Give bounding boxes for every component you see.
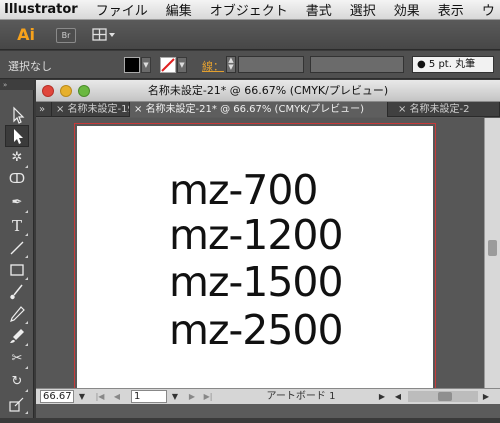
- artboard[interactable]: mz-700 mz-1200 mz-1500 mz-2500: [74, 123, 436, 388]
- brush-definition-value: 5 pt. 丸筆: [428, 59, 476, 70]
- tab-label: 名称未設定-19*: [67, 104, 129, 115]
- fill-color-swatch[interactable]: [124, 57, 140, 73]
- fill-dropdown-icon[interactable]: ▼: [141, 57, 151, 73]
- selection-arrow-icon: [13, 106, 25, 124]
- stroke-stepper[interactable]: ▲ ▼: [226, 56, 236, 73]
- close-window-icon[interactable]: [42, 85, 54, 97]
- magic-wand-tool[interactable]: ✲: [5, 147, 29, 169]
- canvas-area[interactable]: mz-700 mz-1200 mz-1500 mz-2500: [36, 118, 484, 388]
- lasso-icon: ↀ: [8, 172, 26, 187]
- document-window: 名称未設定-21* @ 66.67% (CMYK/プレビュー) » × 名称未設…: [36, 80, 500, 418]
- arrange-documents-button[interactable]: [92, 27, 116, 43]
- zoom-window-icon[interactable]: [78, 85, 90, 97]
- magic-wand-icon: ✲: [11, 150, 23, 165]
- menu-object[interactable]: オブジェクト: [201, 0, 297, 19]
- paintbrush-tool[interactable]: [5, 281, 29, 303]
- artboard-text-line[interactable]: mz-1500: [169, 258, 344, 306]
- tab-document-2[interactable]: × 名称未設定-2: [388, 102, 500, 117]
- type-tool[interactable]: T: [5, 215, 29, 237]
- zoom-level-field[interactable]: 66.67: [40, 390, 74, 403]
- panel-collapse-icon[interactable]: »: [0, 80, 34, 90]
- horizontal-scroll-thumb[interactable]: [438, 392, 452, 401]
- application-bar: Ai Br: [0, 20, 500, 50]
- type-icon: T: [11, 217, 22, 235]
- rotate-icon: ↻: [11, 374, 23, 389]
- tab-label: 名称未設定-2: [409, 104, 470, 115]
- stroke-weight-label[interactable]: 線：: [202, 58, 224, 74]
- horizontal-scrollbar[interactable]: [408, 391, 478, 402]
- menu-effect[interactable]: 効果: [385, 0, 429, 19]
- artboard-text-line[interactable]: mz-2500: [169, 306, 344, 354]
- menu-view[interactable]: 表示: [429, 0, 473, 19]
- first-artboard-icon[interactable]: |◀: [94, 390, 106, 403]
- artboard-number-field[interactable]: 1: [131, 390, 167, 403]
- scale-tool[interactable]: [5, 393, 29, 415]
- pen-tool[interactable]: ✒: [5, 192, 29, 214]
- artboard-text-line[interactable]: mz-700: [169, 166, 319, 214]
- stroke-weight-field[interactable]: [238, 56, 304, 73]
- lasso-tool[interactable]: ↀ: [5, 169, 29, 191]
- pen-icon: ✒: [11, 195, 23, 210]
- stroke-dropdown-icon[interactable]: ▼: [177, 57, 187, 73]
- selection-tool[interactable]: [5, 104, 29, 126]
- arrange-documents-icon: [92, 28, 115, 41]
- scissors-tool[interactable]: ✂: [5, 348, 29, 370]
- vertical-scroll-thumb[interactable]: [488, 240, 497, 256]
- zoom-dropdown-icon[interactable]: ▼: [76, 390, 88, 403]
- artboard-name-label: アートボード 1: [266, 391, 336, 402]
- menu-app-name[interactable]: Illustrator: [0, 2, 87, 17]
- variable-width-profile-field[interactable]: [310, 56, 404, 73]
- stroke-color-swatch[interactable]: [160, 57, 176, 73]
- brush-definition-field[interactable]: ● 5 pt. 丸筆: [412, 56, 494, 73]
- scroll-left-icon[interactable]: ◀: [392, 390, 404, 403]
- control-bar: 選択なし ▼ ▼ 線： ▲ ▼ ● 5 pt. 丸筆: [0, 51, 500, 79]
- status-menu-arrow-icon[interactable]: ▶: [376, 390, 388, 403]
- tab-overflow-icon[interactable]: »: [36, 102, 52, 117]
- rectangle-tool[interactable]: [5, 259, 29, 281]
- paintbrush-icon: [10, 284, 23, 300]
- blob-brush-tool[interactable]: [5, 325, 29, 347]
- line-segment-tool[interactable]: [5, 237, 29, 259]
- document-title-bar[interactable]: 名称未設定-21* @ 66.67% (CMYK/プレビュー): [36, 80, 500, 102]
- selection-status: 選択なし: [8, 60, 52, 73]
- tab-document-19[interactable]: × 名称未設定-19*: [52, 102, 130, 117]
- document-tab-bar: » × 名称未設定-19* × 名称未設定-21* @ 66.67% (CMYK…: [36, 102, 500, 117]
- previous-artboard-icon[interactable]: ◀: [111, 390, 123, 403]
- artboard-text-line[interactable]: mz-1200: [169, 211, 344, 259]
- rotate-tool[interactable]: ↻: [5, 371, 29, 393]
- next-artboard-icon[interactable]: ▶: [186, 390, 198, 403]
- menu-file[interactable]: ファイル: [87, 0, 157, 19]
- artboard-dropdown-icon[interactable]: ▼: [169, 390, 181, 403]
- none-color-icon: [161, 58, 175, 72]
- minimize-window-icon[interactable]: [60, 85, 72, 97]
- status-bar: 66.67 ▼ |◀ ◀ 1 ▼ ▶ ▶| アートボード 1 ▶ ◀ ▶: [36, 388, 500, 404]
- illustrator-logo: Ai: [17, 25, 35, 44]
- scissors-icon: ✂: [11, 351, 23, 366]
- direct-selection-icon: [14, 129, 23, 144]
- last-artboard-icon[interactable]: ▶|: [202, 390, 214, 403]
- document-title: 名称未設定-21* @ 66.67% (CMYK/プレビュー): [147, 84, 389, 97]
- menu-edit[interactable]: 編集: [157, 0, 201, 19]
- scroll-right-icon[interactable]: ▶: [480, 390, 492, 403]
- bridge-button[interactable]: Br: [56, 28, 76, 43]
- vertical-scrollbar[interactable]: [484, 118, 500, 388]
- direct-selection-tool[interactable]: [5, 125, 29, 147]
- menu-select[interactable]: 選択: [341, 0, 385, 19]
- pencil-tool[interactable]: [5, 303, 29, 325]
- menu-window[interactable]: ウ: [473, 0, 500, 19]
- tab-document-21[interactable]: × 名称未設定-21* @ 66.67% (CMYK/プレビュー): [130, 102, 388, 117]
- tab-label: 名称未設定-21* @ 66.67% (CMYK/プレビュー): [145, 104, 365, 115]
- menu-bar: Illustrator ファイル 編集 オブジェクト 書式 選択 効果 表示 ウ: [0, 0, 500, 20]
- tools-panel: » ✲ ↀ ✒ T ✂ ↻: [0, 80, 34, 418]
- menu-type[interactable]: 書式: [297, 0, 341, 19]
